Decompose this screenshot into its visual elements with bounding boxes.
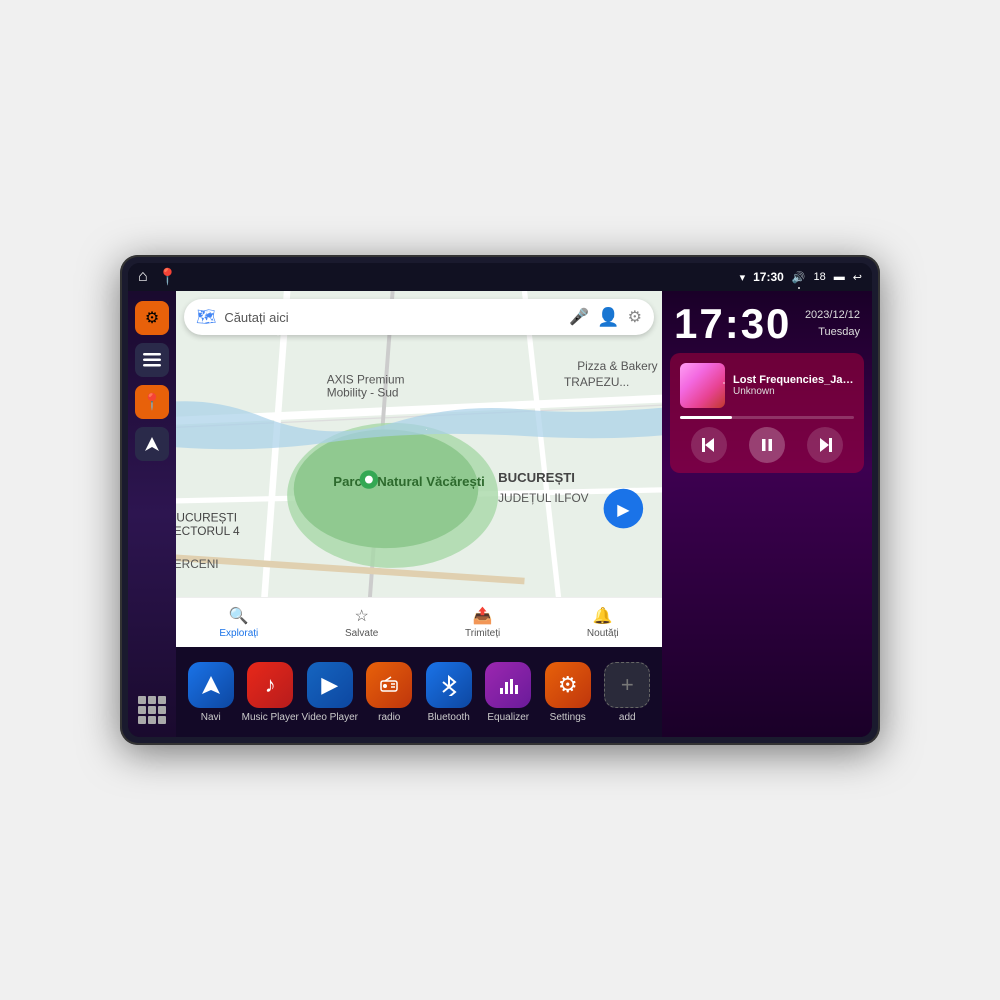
- account-icon[interactable]: 👤: [597, 307, 619, 328]
- battery-icon: ▬: [834, 271, 845, 283]
- google-maps-icon: 🗺: [196, 307, 216, 327]
- app-add[interactable]: + add: [598, 662, 658, 723]
- wifi-icon: ▾: [740, 271, 746, 284]
- map-tab-saved[interactable]: ☆ Salvate: [345, 606, 378, 639]
- svg-text:AXIS Premium: AXIS Premium: [327, 372, 405, 386]
- map-bottom-bar: 🔍 Explorați ☆ Salvate 📤 Trimiteți 🔔 Nout…: [176, 597, 662, 647]
- sidebar-arrow[interactable]: [135, 427, 169, 461]
- clock-date: 2023/12/12 Tuesday: [805, 307, 860, 340]
- app-bluetooth[interactable]: Bluetooth: [419, 662, 479, 723]
- svg-text:BERCENI: BERCENI: [176, 557, 219, 571]
- map-tab-contribute[interactable]: 📤 Trimiteți: [465, 606, 500, 639]
- sidebar-menu[interactable]: [135, 343, 169, 377]
- home-icon[interactable]: ⌂: [138, 268, 148, 286]
- album-art-inner: [680, 363, 725, 408]
- map-tab-explore[interactable]: 🔍 Explorați: [219, 606, 258, 639]
- svg-text:Parcul Natural Văcărești: Parcul Natural Văcărești: [333, 474, 485, 489]
- map-container[interactable]: AXIS Premium Mobility - Sud TRAPEZU... P…: [176, 291, 662, 647]
- status-time: 17:30: [753, 270, 784, 284]
- music-card: Lost Frequencies_Janie... Unknown: [670, 353, 864, 473]
- svg-text:▶: ▶: [617, 502, 630, 519]
- clock-time: 17:30: [674, 303, 791, 345]
- svg-text:Pizza & Bakery: Pizza & Bakery: [577, 359, 657, 373]
- status-bar: ⌂ 📍 ▾ 17:30 🔊 18 ▬ ↩: [128, 263, 872, 291]
- map-area: AXIS Premium Mobility - Sud TRAPEZU... P…: [176, 291, 662, 737]
- battery-level: 18: [814, 271, 826, 283]
- app-music-player[interactable]: ♪ Music Player: [241, 662, 301, 723]
- back-icon[interactable]: ↩: [853, 271, 862, 284]
- right-panel: 17:30 2023/12/12 Tuesday Lost Freq: [662, 291, 872, 737]
- svg-text:TRAPEZU...: TRAPEZU...: [564, 375, 629, 389]
- status-left: ⌂ 📍: [138, 267, 178, 287]
- app-navi[interactable]: Navi: [181, 662, 241, 723]
- svg-text:SECTORUL 4: SECTORUL 4: [176, 524, 240, 538]
- clock-date-value: 2023/12/12: [805, 309, 860, 321]
- svg-text:BUCUREȘTI: BUCUREȘTI: [498, 470, 575, 485]
- app-video-player[interactable]: ▶ Video Player: [300, 662, 360, 723]
- sidebar-apps-grid[interactable]: [135, 693, 169, 727]
- progress-bar[interactable]: [680, 416, 854, 419]
- location-status-icon: 📍: [158, 267, 178, 287]
- screen: ⌂ 📍 ▾ 17:30 🔊 18 ▬ ↩ ⚙: [128, 263, 872, 737]
- pause-button[interactable]: [749, 427, 785, 463]
- music-controls: [680, 427, 854, 463]
- settings-map-icon[interactable]: ⚙: [628, 307, 642, 327]
- app-settings[interactable]: ⚙ Settings: [538, 662, 598, 723]
- mic-icon[interactable]: 🎤: [569, 307, 589, 327]
- clock-day: Tuesday: [818, 326, 860, 338]
- clock-area: 17:30 2023/12/12 Tuesday: [662, 291, 872, 353]
- sidebar-location[interactable]: 📍: [135, 385, 169, 419]
- sidebar-settings[interactable]: ⚙: [135, 301, 169, 335]
- volume-icon: 🔊: [792, 271, 806, 284]
- svg-text:JUDEȚUL ILFOV: JUDEȚUL ILFOV: [498, 491, 589, 505]
- sidebar: ⚙ 📍: [128, 291, 176, 737]
- map-tab-updates[interactable]: 🔔 Noutăți: [587, 606, 619, 639]
- search-placeholder-text: Căutați aici: [224, 310, 561, 325]
- music-card-top: Lost Frequencies_Janie... Unknown: [680, 363, 854, 408]
- music-title: Lost Frequencies_Janie...: [733, 374, 854, 386]
- app-bar: Navi ♪ Music Player ▶ Video Player: [176, 647, 662, 737]
- progress-fill: [680, 416, 732, 419]
- next-button[interactable]: [807, 427, 843, 463]
- main-area: ⚙ 📍: [128, 291, 872, 737]
- album-art: [680, 363, 725, 408]
- svg-text:BUCUREȘTI: BUCUREȘTI: [176, 511, 237, 525]
- prev-button[interactable]: [691, 427, 727, 463]
- music-info: Lost Frequencies_Janie... Unknown: [733, 374, 854, 397]
- app-radio[interactable]: radio: [360, 662, 420, 723]
- svg-text:Mobility - Sud: Mobility - Sud: [327, 385, 399, 399]
- status-right: ▾ 17:30 🔊 18 ▬ ↩: [740, 270, 862, 284]
- device: ⌂ 📍 ▾ 17:30 🔊 18 ▬ ↩ ⚙: [120, 255, 880, 745]
- app-equalizer[interactable]: Equalizer: [479, 662, 539, 723]
- map-search-bar[interactable]: 🗺 Căutați aici 🎤 👤 ⚙: [184, 299, 654, 335]
- music-artist: Unknown: [733, 386, 854, 397]
